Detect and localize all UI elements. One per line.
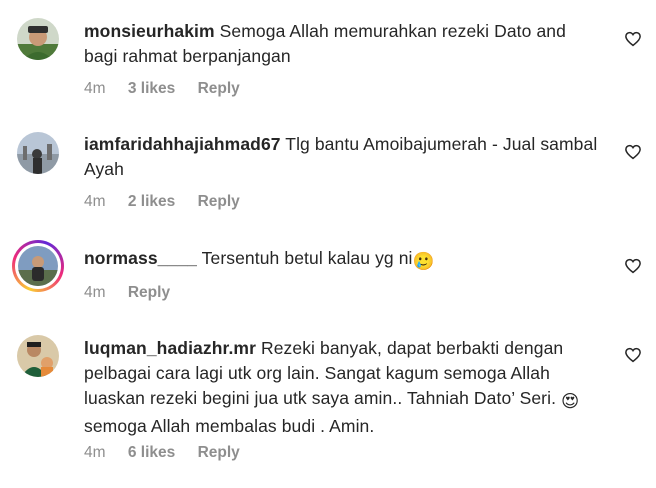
- comment-body: iamfaridahhajiahmad67 Tlg bantu Amoibaju…: [84, 132, 604, 182]
- heart-icon[interactable]: [624, 143, 642, 161]
- comment-time: 4m: [84, 193, 106, 210]
- user-avatar-photo-icon: [17, 18, 59, 60]
- comment-username[interactable]: luqman_hadiazhr.mr: [84, 338, 256, 358]
- comment-body: monsieurhakim Semoga Allah memurahkan re…: [84, 19, 604, 69]
- comment-username[interactable]: normass____: [84, 248, 197, 268]
- comment-meta: 4m 2 likes Reply: [84, 193, 258, 211]
- user-avatar-photo-icon: [17, 335, 59, 377]
- avatar[interactable]: [12, 240, 64, 292]
- comment-time: 4m: [84, 80, 106, 97]
- comment-text: Tersentuh betul kalau yg ni: [201, 248, 413, 268]
- avatar[interactable]: [17, 18, 59, 60]
- comment-username[interactable]: iamfaridahhajiahmad67: [84, 134, 281, 154]
- comment-meta: 4m 6 likes Reply: [84, 444, 258, 462]
- avatar[interactable]: [17, 335, 59, 377]
- heart-icon[interactable]: [624, 346, 642, 364]
- comment-text-continued: semoga Allah membalas budi . Amin.: [84, 416, 375, 436]
- story-ring-avatar-icon: [18, 246, 58, 286]
- comment-username[interactable]: monsieurhakim: [84, 21, 215, 41]
- heart-icon[interactable]: [624, 30, 642, 48]
- comment-likes[interactable]: 2 likes: [128, 193, 175, 210]
- comment-body: normass____ Tersentuh betul kalau yg ni🥲: [84, 246, 604, 274]
- user-avatar-photo-icon: [17, 132, 59, 174]
- reply-button[interactable]: Reply: [198, 444, 240, 461]
- avatar-photo: [18, 246, 58, 286]
- heart-icon[interactable]: [624, 257, 642, 275]
- comment-likes[interactable]: 6 likes: [128, 444, 175, 461]
- reply-button[interactable]: Reply: [128, 284, 170, 301]
- comment-meta: 4m 3 likes Reply: [84, 80, 258, 98]
- comment-time: 4m: [84, 444, 106, 461]
- comment-meta: 4m Reply: [84, 284, 188, 302]
- comment-likes[interactable]: 3 likes: [128, 80, 175, 97]
- smiling-with-tear-emoji: 🥲: [412, 251, 435, 271]
- reply-button[interactable]: Reply: [198, 80, 240, 97]
- heart-eyes-emoji: 😍: [561, 391, 580, 411]
- comment-time: 4m: [84, 284, 106, 301]
- avatar[interactable]: [17, 132, 59, 174]
- comment-body: luqman_hadiazhr.mr Rezeki banyak, dapat …: [84, 336, 604, 439]
- reply-button[interactable]: Reply: [198, 193, 240, 210]
